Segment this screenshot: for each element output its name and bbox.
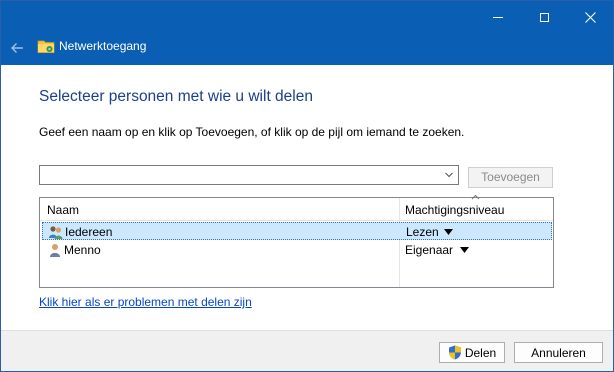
- permission-dropdown[interactable]: Lezen: [406, 225, 439, 239]
- maximize-icon: [539, 12, 549, 22]
- back-button[interactable]: [7, 37, 27, 59]
- page-title: Selecteer personen met wie u wilt delen: [39, 88, 313, 105]
- shared-folder-icon: [37, 40, 55, 53]
- permissions-list: Naam Machtigingsniveau Iedereen Lezen Me…: [39, 194, 554, 288]
- list-item[interactable]: Menno Eigenaar: [42, 241, 552, 259]
- list-item[interactable]: Iedereen Lezen: [42, 222, 552, 240]
- user-icon: [50, 244, 60, 257]
- list-header: Naam Machtigingsniveau: [40, 194, 553, 221]
- name-combobox[interactable]: [39, 165, 459, 185]
- caret-down-icon[interactable]: [444, 229, 453, 235]
- users-group-icon: [49, 226, 63, 239]
- caret-down-icon[interactable]: [460, 247, 469, 253]
- row-name: Menno: [64, 243, 101, 257]
- close-button[interactable]: [567, 1, 613, 33]
- permission-dropdown[interactable]: Eigenaar: [405, 243, 453, 257]
- share-button-label: Delen: [464, 345, 497, 360]
- minimize-icon: [493, 16, 503, 18]
- network-access-window: Netwerktoegang Selecteer personen met wi…: [0, 0, 614, 372]
- sort-caret-icon: [471, 194, 480, 200]
- column-header-name[interactable]: Naam: [47, 203, 79, 217]
- share-button[interactable]: Delen: [439, 342, 505, 363]
- cancel-button-label: Annuleren: [531, 345, 586, 360]
- minimize-button[interactable]: [475, 1, 521, 33]
- maximize-button[interactable]: [521, 1, 567, 33]
- uac-shield-icon: [448, 345, 461, 360]
- window-title: Netwerktoegang: [59, 39, 147, 53]
- sharing-help-link[interactable]: Klik hier als er problemen met delen zij…: [39, 295, 252, 309]
- add-button[interactable]: Toevoegen: [468, 167, 553, 188]
- column-header-permission[interactable]: Machtigingsniveau: [405, 203, 504, 217]
- cancel-button[interactable]: Annuleren: [514, 342, 603, 363]
- navigation-bar: Netwerktoegang: [1, 33, 613, 65]
- row-name: Iedereen: [65, 225, 113, 239]
- back-arrow-icon: [11, 43, 23, 53]
- dialog-footer: Delen Annuleren: [1, 330, 613, 371]
- dialog-content: Selecteer personen met wie u wilt delen …: [1, 65, 613, 331]
- close-icon: [584, 11, 596, 23]
- chevron-down-icon[interactable]: [444, 169, 454, 181]
- instruction-text: Geef een naam op en klik op Toevoegen, o…: [39, 125, 465, 139]
- title-bar: [1, 1, 613, 33]
